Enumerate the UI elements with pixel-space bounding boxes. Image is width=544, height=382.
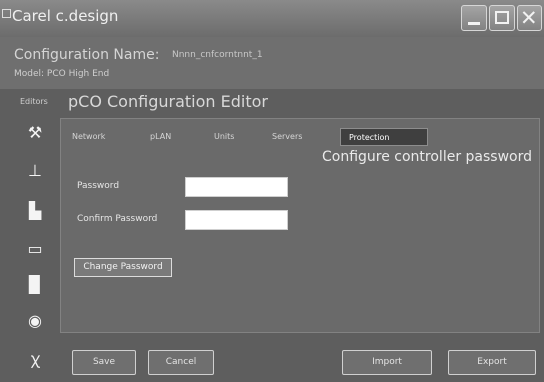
app-icon xyxy=(2,9,11,18)
document-icon: ▉ xyxy=(28,274,42,294)
configuration-name-label: Configuration Name: xyxy=(14,47,160,63)
minimize-icon xyxy=(468,22,480,25)
title-bar: Carel c.design ✕ xyxy=(0,0,544,38)
disc-icon: ◉ xyxy=(28,310,42,330)
editors-label: Editors xyxy=(20,97,48,106)
sidebar-item-disc[interactable]: ◉ xyxy=(21,307,49,333)
configuration-name-value: Nnnn_cnfcorntnnt_1 xyxy=(172,50,263,60)
tab-servers[interactable]: Servers xyxy=(272,128,302,146)
maximize-icon xyxy=(495,11,509,24)
editor-title: pCO Configuration Editor xyxy=(68,92,268,111)
sidebar-item-document[interactable]: ▉ xyxy=(21,271,49,297)
editor-sidebar: ⚒ ⊥ ▙ ▭ ▉ ◉ ꭓ xyxy=(17,115,53,378)
password-field[interactable] xyxy=(185,177,288,197)
close-button[interactable]: ✕ xyxy=(517,5,542,31)
close-icon: ✕ xyxy=(520,6,538,30)
configuration-header: Configuration Name: Nnnn_cnfcorntnnt_1 M… xyxy=(0,37,544,89)
sidebar-item-network[interactable]: ⊥ xyxy=(21,157,49,183)
change-password-button[interactable]: Change Password xyxy=(74,258,172,277)
sidebar-item-users[interactable]: ꭓ xyxy=(21,345,49,371)
confirm-password-label: Confirm Password xyxy=(77,214,158,224)
users-icon: ꭓ xyxy=(30,349,40,368)
wrench-icon: ⚒ xyxy=(27,122,43,142)
tab-network[interactable]: Network xyxy=(72,128,105,146)
section-title: Configure controller password xyxy=(321,149,532,165)
cancel-button[interactable]: Cancel xyxy=(148,350,214,375)
tab-protection[interactable]: Protection xyxy=(340,128,428,146)
model-label: Model: PCO High End xyxy=(14,69,110,79)
network-icon: ⊥ xyxy=(28,160,42,180)
sidebar-item-wrench[interactable]: ⚒ xyxy=(21,119,49,145)
sidebar-item-display[interactable]: ▭ xyxy=(21,235,49,261)
save-button[interactable]: Save xyxy=(72,350,136,375)
window-title: Carel c.design xyxy=(12,7,119,25)
sidebar-item-chart[interactable]: ▙ xyxy=(21,197,49,223)
export-button[interactable]: Export xyxy=(448,350,536,375)
confirm-password-field[interactable] xyxy=(185,210,288,230)
tab-plan[interactable]: pLAN xyxy=(150,128,171,146)
password-label: Password xyxy=(77,181,120,191)
tab-units[interactable]: Units xyxy=(214,128,234,146)
minimize-button[interactable] xyxy=(461,5,487,31)
chart-icon: ▙ xyxy=(28,200,42,220)
maximize-button[interactable] xyxy=(489,5,515,31)
display-icon: ▭ xyxy=(27,238,43,258)
import-button[interactable]: Import xyxy=(342,350,432,375)
